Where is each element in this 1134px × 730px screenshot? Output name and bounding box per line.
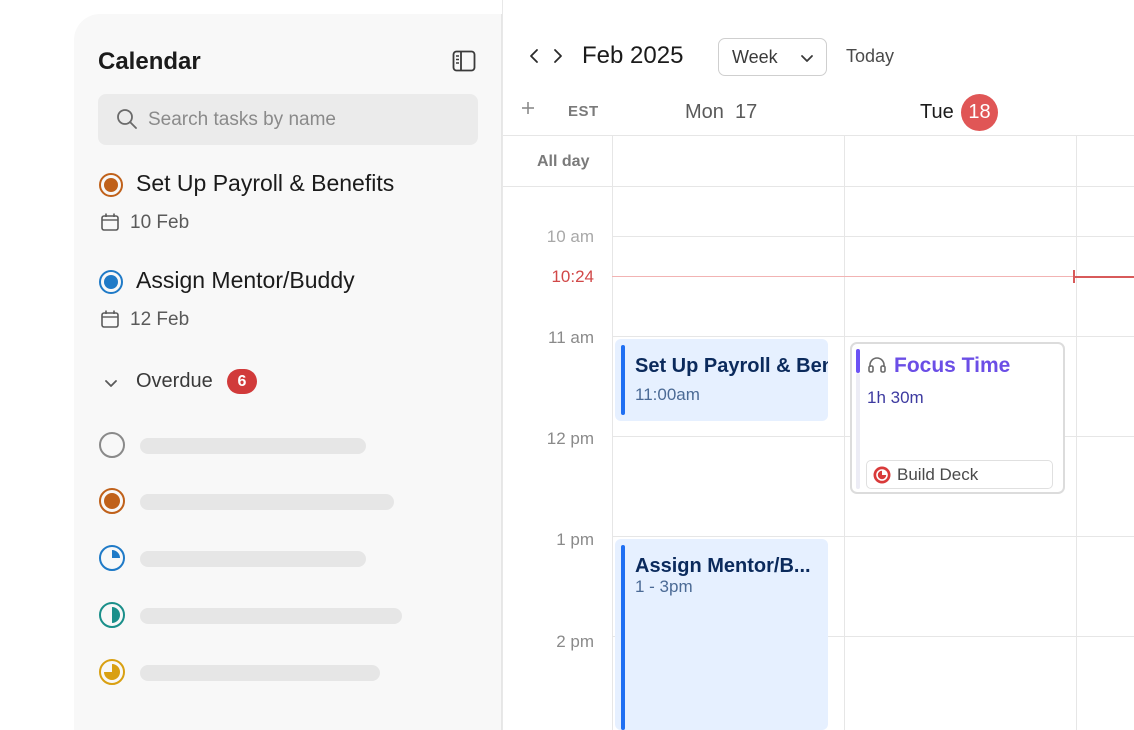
all-day-label: All day — [537, 153, 590, 170]
time-label: 2 pm — [556, 632, 594, 651]
event-progress-track — [856, 373, 860, 489]
task-item[interactable]: Assign Mentor/Buddy 12 Feb — [98, 267, 488, 337]
search-input[interactable]: Search tasks by name — [98, 94, 478, 145]
headphones-icon — [867, 355, 887, 375]
list-item-placeholder — [98, 430, 418, 460]
current-time-label: 10:24 — [551, 267, 594, 286]
view-select-value: Week — [732, 47, 778, 67]
current-time-line — [612, 276, 1134, 277]
grid-line — [502, 135, 1134, 136]
skeleton-bar — [140, 551, 366, 567]
skeleton-bar — [140, 494, 394, 510]
task-item[interactable]: Set Up Payroll & Benefits 10 Feb — [98, 170, 488, 240]
task-status-icon[interactable] — [98, 172, 124, 198]
task-name: Set Up Payroll & Benefits — [136, 170, 395, 196]
day-header-mon[interactable]: Mon 17 — [685, 101, 757, 124]
time-label: 10 am — [546, 227, 594, 246]
linked-task-label: Build Deck — [897, 465, 979, 484]
event-title: Set Up Payroll & Benefits — [635, 355, 828, 377]
list-item-placeholder — [98, 657, 418, 687]
time-label: 11 am — [548, 328, 594, 347]
filled-circle-icon — [98, 487, 126, 515]
calendar-main: Feb 2025 Week Today EST Mon 17 Tue 18 Al… — [502, 0, 1134, 730]
list-item-placeholder — [98, 543, 418, 573]
calendar-icon — [100, 212, 120, 232]
today-date-badge[interactable]: 18 — [961, 94, 998, 131]
search-icon — [116, 108, 138, 130]
overdue-count-badge: 6 — [227, 369, 257, 394]
event-title: Focus Time — [894, 354, 1011, 377]
event-title: Assign Mentor/B... — [635, 555, 811, 577]
task-date: 10 Feb — [130, 212, 190, 233]
next-week-button[interactable] — [548, 44, 568, 68]
skeleton-bar — [140, 608, 402, 624]
time-label: 1 pm — [556, 530, 594, 549]
event-payroll[interactable]: Set Up Payroll & Benefits 11:00am — [615, 339, 828, 421]
time-label: 12 pm — [546, 429, 594, 448]
sidebar: Calendar Search tasks by name Set Up Pay… — [74, 14, 502, 730]
quarter-progress-icon — [98, 544, 126, 572]
task-date: 12 Feb — [130, 309, 190, 330]
grid-line — [612, 236, 1134, 237]
list-item-placeholder — [98, 486, 418, 516]
chevron-down-icon — [102, 374, 120, 392]
current-month-label: Feb 2025 — [582, 42, 684, 69]
grid-line — [612, 135, 613, 730]
add-icon[interactable] — [520, 100, 536, 116]
grid-line — [612, 336, 1134, 337]
grid-line — [844, 135, 845, 730]
grid-line — [502, 186, 1134, 187]
event-color-stripe — [856, 349, 860, 373]
task-status-icon[interactable] — [98, 269, 124, 295]
search-placeholder: Search tasks by name — [148, 109, 336, 130]
grid-line — [1076, 135, 1077, 730]
sidebar-title: Calendar — [98, 48, 201, 75]
event-mentor[interactable]: Assign Mentor/B... 1 - 3pm — [615, 539, 828, 730]
skeleton-bar — [140, 438, 366, 454]
target-icon — [872, 465, 892, 485]
today-button[interactable]: Today — [846, 46, 894, 67]
chevron-down-icon — [799, 50, 815, 66]
timezone-label: EST — [568, 103, 599, 120]
overdue-section-toggle[interactable]: Overdue 6 — [102, 369, 402, 396]
half-progress-icon — [98, 601, 126, 629]
event-time: 1 - 3pm — [635, 577, 693, 596]
task-name: Assign Mentor/Buddy — [136, 267, 355, 293]
list-item-placeholder — [98, 600, 418, 630]
current-time-line-today — [1074, 276, 1134, 278]
event-time: 11:00am — [635, 385, 700, 404]
prev-week-button[interactable] — [524, 44, 544, 68]
event-duration: 1h 30m — [867, 388, 924, 407]
event-focus-time[interactable]: Focus Time 1h 30m Build Deck — [850, 342, 1065, 494]
empty-circle-icon — [98, 431, 126, 459]
event-color-stripe — [621, 545, 625, 730]
three-quarter-progress-icon — [98, 658, 126, 686]
event-color-stripe — [621, 345, 625, 415]
view-select[interactable]: Week — [718, 38, 827, 76]
sidebar-toggle-icon[interactable] — [452, 50, 476, 72]
grid-line — [502, 0, 503, 730]
overdue-label: Overdue — [136, 370, 213, 392]
calendar-icon — [100, 309, 120, 329]
skeleton-bar — [140, 665, 380, 681]
grid-line — [612, 536, 1134, 537]
day-header-tue[interactable]: Tue — [920, 101, 954, 124]
linked-task-chip[interactable]: Build Deck — [866, 460, 1053, 489]
day-name: Mon — [685, 101, 724, 123]
day-number: 17 — [735, 101, 758, 123]
